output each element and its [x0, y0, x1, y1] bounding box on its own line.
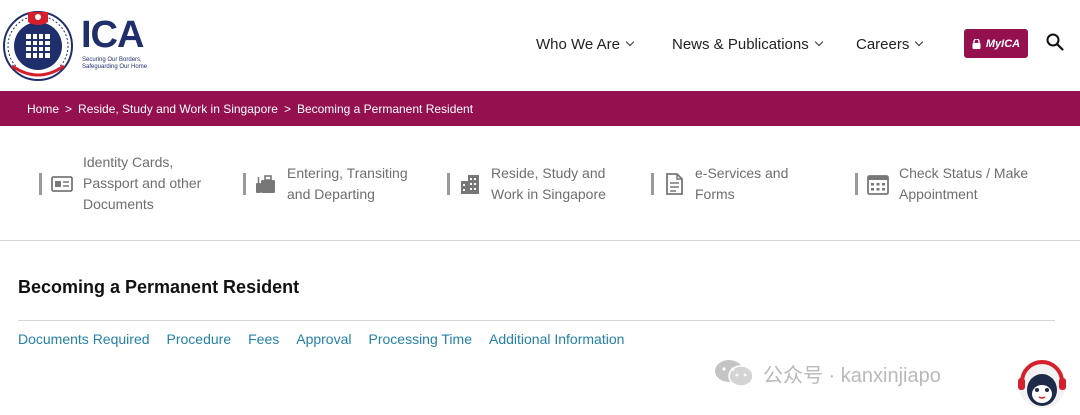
nav-label: Who We Are — [536, 35, 620, 53]
label-line: e-Services and — [695, 164, 789, 181]
breadcrumb-reside-study-work[interactable]: Reside, Study and Work in Singapore — [78, 102, 278, 116]
mascot-avatar-icon — [1018, 360, 1066, 408]
myica-label: MyICA — [985, 37, 1021, 50]
nav-careers[interactable]: Careers — [856, 34, 924, 54]
search-icon[interactable] — [1046, 33, 1064, 51]
breadcrumb-current-page: Becoming a Permanent Resident — [296, 101, 474, 116]
category-divider — [243, 172, 246, 195]
id-card-icon — [51, 175, 73, 192]
category-divider — [651, 172, 654, 195]
breadcrumb-separator: > — [65, 101, 73, 116]
label-line: Entering, Transiting — [287, 164, 408, 181]
label-line: Reside, Study and — [491, 164, 606, 181]
nav-label: Careers — [856, 35, 910, 53]
chevron-down-icon — [915, 37, 924, 47]
nav-news-publications[interactable]: News & Publications — [672, 34, 823, 54]
label-line: Documents — [83, 196, 154, 212]
nav-who-we-are[interactable]: Who We Are — [536, 34, 635, 54]
calendar-icon — [867, 174, 889, 195]
category-entering-transiting[interactable]: Entering, Transiting and Departing — [243, 126, 408, 241]
tagline-line-1: Securing Our Borders, — [82, 57, 142, 63]
tab-fees[interactable]: Fees — [248, 331, 279, 347]
category-divider — [447, 172, 450, 195]
building-icon — [461, 174, 479, 194]
category-eservices-forms[interactable]: e-Services and Forms — [651, 126, 788, 241]
category-identity-cards[interactable]: Identity Cards, Passport and other Docum… — [39, 126, 201, 241]
lock-icon — [972, 38, 981, 49]
ica-logo[interactable]: ICA Securing Our Borders, Safeguarding O… — [0, 4, 160, 84]
chat-bubbles-icon — [715, 360, 754, 387]
label-line: Forms — [695, 185, 735, 202]
label-line: Appointment — [899, 185, 978, 202]
tab-approval[interactable]: Approval — [296, 331, 351, 347]
label-line: Check Status / Make — [899, 164, 1029, 181]
category-divider — [39, 172, 42, 195]
tab-procedure[interactable]: Procedure — [167, 331, 232, 347]
category-check-status[interactable]: Check Status / Make Appointment — [855, 126, 1028, 241]
ica-crest-icon — [3, 11, 73, 81]
title-divider — [18, 320, 1055, 321]
brand-tagline: Securing Our Borders, Safeguarding Our H… — [82, 57, 162, 71]
breadcrumb-home[interactable]: Home — [27, 102, 59, 116]
watermark-text: 公众号 · kanxinjiapo — [763, 364, 941, 387]
breadcrumb: Home > Reside, Study and Work in Singapo… — [0, 91, 1080, 126]
breadcrumb-separator: > — [283, 101, 291, 116]
category-divider — [855, 172, 858, 195]
category-label: Identity Cards, Passport and other Docum… — [83, 152, 201, 215]
watermark: 公众号 · kanxinjiapo — [713, 358, 941, 388]
tab-documents-required[interactable]: Documents Required — [18, 331, 150, 347]
tab-additional-information[interactable]: Additional Information — [489, 331, 624, 347]
category-label: Reside, Study and Work in Singapore — [491, 163, 606, 205]
category-label: e-Services and Forms — [695, 163, 788, 205]
brand-name: ICA — [81, 14, 144, 56]
document-icon — [666, 172, 683, 195]
section-tabs: Documents Required Procedure Fees Approv… — [18, 331, 624, 347]
nav-label: News & Publications — [672, 35, 809, 53]
category-label: Entering, Transiting and Departing — [287, 163, 408, 205]
chevron-down-icon — [814, 37, 823, 47]
label-line: Work in Singapore — [491, 185, 606, 202]
category-nav: Identity Cards, Passport and other Docum… — [0, 126, 1080, 241]
tagline-line-2: Safeguarding Our Home — [82, 64, 148, 70]
myica-button[interactable]: MyICA — [964, 29, 1028, 58]
label-line: Passport and other — [83, 175, 202, 191]
site-header: ICA Securing Our Borders, Safeguarding O… — [0, 0, 1080, 91]
page-title: Becoming a Permanent Resident — [18, 277, 300, 297]
label-line: Identity Cards, — [83, 154, 174, 170]
category-label: Check Status / Make Appointment — [899, 163, 1028, 205]
category-reside-study-work[interactable]: Reside, Study and Work in Singapore — [447, 126, 606, 241]
tab-processing-time[interactable]: Processing Time — [369, 331, 472, 347]
label-line: and Departing — [287, 185, 375, 202]
luggage-icon — [256, 174, 275, 193]
chevron-down-icon — [625, 37, 635, 47]
